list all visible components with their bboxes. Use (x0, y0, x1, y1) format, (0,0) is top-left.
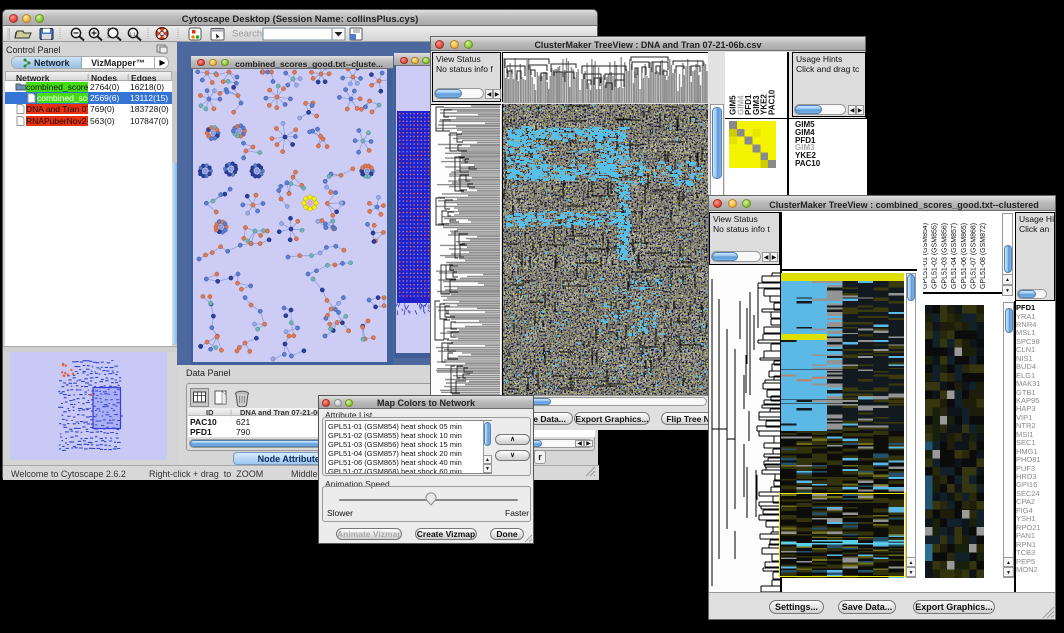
svg-text:1:1: 1:1 (130, 32, 137, 37)
svg-text:GPL51-03 (GSM856): GPL51-03 (GSM856) (941, 223, 948, 289)
svg-text:GPL51-01 (GSM854): GPL51-01 (GSM854) (923, 223, 929, 289)
svg-text:GPL51-07 (GSM868): GPL51-07 (GSM868) (971, 223, 978, 289)
svg-text:PAC10: PAC10 (768, 89, 777, 115)
svg-text:GPL51-02 (GSM855): GPL51-02 (GSM855) (932, 223, 939, 289)
svg-text:GPL51-06 (GSM865): GPL51-06 (GSM865) (961, 223, 968, 289)
svg-text:GPL51-08 (GSM872): GPL51-08 (GSM872) (980, 223, 987, 289)
svg-text:GPL51-04 (GSM857): GPL51-04 (GSM857) (951, 223, 958, 289)
svg-text:Search:: Search: (232, 29, 265, 40)
